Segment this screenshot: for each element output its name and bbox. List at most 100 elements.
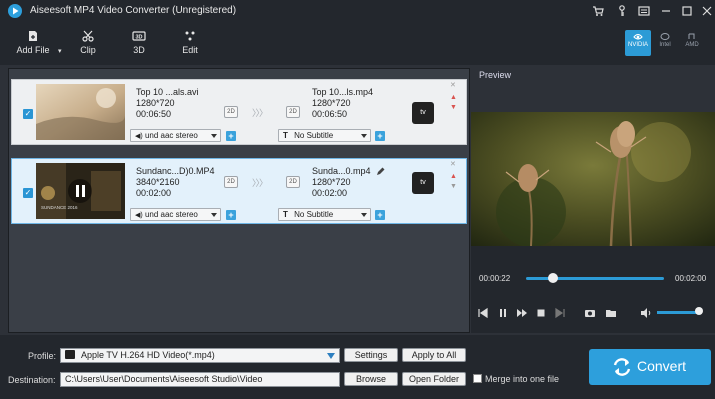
edit-magic-icon [185, 31, 195, 41]
file-row[interactable]: ✓ Top 10 ...als.avi 1280*720 00:06:50 2D… [11, 79, 467, 145]
source-info: Sundanc...D)0.MP4 3840*2160 00:02:00 [136, 166, 215, 199]
subtitle-dropdown[interactable]: T No Subtitle [278, 129, 371, 142]
add-subtitle-button[interactable]: + [375, 131, 385, 141]
seek-handle[interactable] [548, 273, 558, 283]
stop-icon[interactable] [535, 307, 547, 319]
cart-icon[interactable] [591, 4, 605, 18]
fast-forward-icon[interactable] [516, 307, 528, 319]
current-time: 00:00:22 [479, 274, 511, 283]
folder-icon[interactable] [605, 307, 617, 319]
browse-button[interactable]: Browse [344, 372, 398, 386]
file-list: ✓ Top 10 ...als.avi 1280*720 00:06:50 2D… [8, 68, 470, 333]
chevron-down-icon [327, 353, 335, 359]
remove-file-icon[interactable]: ✕ [450, 81, 456, 89]
gpu-nvidia-button[interactable]: NVIDIA [625, 30, 651, 56]
profile-value: Apple TV H.264 HD Video(*.mp4) [81, 350, 215, 360]
nvidia-icon [633, 33, 643, 40]
remove-file-icon[interactable]: ✕ [450, 160, 456, 168]
output-info: Sunda...0.mp4 1280*720 00:02:00 [312, 166, 371, 199]
maximize-icon[interactable] [680, 4, 694, 18]
file-checkbox[interactable]: ✓ [23, 109, 33, 119]
move-down-icon[interactable]: ▼ [450, 104, 457, 111]
move-up-icon[interactable]: ▲ [450, 94, 457, 101]
volume-slider[interactable] [657, 311, 700, 314]
subtitle-t-icon: T [283, 131, 288, 140]
add-file-icon [29, 31, 37, 41]
edit-button[interactable]: Edit [168, 30, 212, 55]
output-resolution: 1280*720 [312, 98, 351, 108]
merge-checkbox[interactable] [473, 374, 482, 383]
file-row[interactable]: ✓ SUNDANCE 2016 Sundanc...D)0.MP4 3840*2… [11, 158, 467, 224]
3d-icon: 3D [132, 31, 146, 41]
pause-icon[interactable] [497, 307, 509, 319]
close-icon[interactable] [700, 4, 714, 18]
add-file-button[interactable]: Add File ▾ [8, 30, 62, 55]
edit-pencil-icon[interactable] [376, 167, 385, 176]
profile-label: Profile: [28, 351, 57, 361]
thumbnail-caption: SUNDANCE 2016 [41, 205, 78, 210]
subtitle-value: No Subtitle [294, 131, 334, 140]
preview-frame-image [471, 112, 715, 246]
skip-forward-icon[interactable] [554, 307, 566, 319]
merge-label: Merge into one file [485, 374, 560, 384]
bottom-panel: Profile: Apple TV H.264 HD Video(*.mp4) … [0, 335, 715, 399]
gpu-intel-button[interactable]: Intel [652, 30, 678, 56]
clip-label: Clip [80, 45, 96, 55]
audio-track-dropdown[interactable]: ◀) und aac stereo [130, 208, 221, 221]
file-checkbox[interactable]: ✓ [23, 188, 33, 198]
skip-back-icon[interactable] [477, 307, 489, 319]
audio-speaker-icon: ◀) [135, 133, 143, 140]
scissors-icon [82, 30, 94, 42]
output-filename: Sunda...0.mp4 [312, 166, 371, 176]
chevron-down-icon [211, 213, 217, 217]
add-audio-button[interactable]: + [226, 131, 236, 141]
clip-button[interactable]: Clip [66, 30, 110, 55]
destination-input[interactable]: C:\Users\User\Documents\Aiseesoft Studio… [60, 372, 340, 387]
output-info: Top 10...ls.mp4 1280*720 00:06:50 [312, 87, 373, 120]
add-file-dropdown-icon[interactable]: ▾ [58, 47, 62, 55]
subtitle-value: No Subtitle [294, 210, 334, 219]
menu-icon[interactable] [637, 4, 651, 18]
device-appletv-icon[interactable]: tv [412, 102, 434, 124]
chevron-down-icon [361, 134, 367, 138]
gpu-amd-button[interactable]: AMD [679, 30, 705, 56]
preview-video[interactable] [471, 112, 715, 246]
output-2d-badge: 2D [286, 106, 300, 118]
move-up-icon[interactable]: ▲ [450, 173, 457, 180]
move-down-icon[interactable]: ▼ [450, 183, 457, 190]
volume-handle[interactable] [695, 307, 703, 315]
convert-label: Convert [637, 358, 687, 374]
convert-arrows-icon: 〉〉〉 [252, 178, 268, 188]
add-subtitle-button[interactable]: + [375, 210, 385, 220]
volume-icon[interactable] [640, 307, 652, 319]
settings-button[interactable]: Settings [344, 348, 398, 362]
minimize-icon[interactable] [659, 4, 673, 18]
subtitle-dropdown[interactable]: T No Subtitle [278, 208, 371, 221]
device-appletv-icon[interactable]: tv [412, 172, 434, 194]
apply-to-all-button[interactable]: Apply to All [402, 348, 466, 362]
output-duration: 00:02:00 [312, 188, 348, 198]
seek-bar[interactable] [526, 277, 664, 280]
add-audio-button[interactable]: + [226, 210, 236, 220]
output-2d-badge: 2D [286, 176, 300, 188]
audio-track-dropdown[interactable]: ◀) und aac stereo [130, 129, 221, 142]
open-folder-button[interactable]: Open Folder [402, 372, 466, 386]
profile-dropdown[interactable]: Apple TV H.264 HD Video(*.mp4) [60, 348, 340, 363]
snapshot-camera-icon[interactable] [584, 307, 596, 319]
source-2d-badge: 2D [224, 106, 238, 118]
source-info: Top 10 ...als.avi 1280*720 00:06:50 [136, 87, 199, 120]
source-resolution: 3840*2160 [136, 177, 180, 187]
chevron-down-icon [211, 134, 217, 138]
preview-label: Preview [479, 70, 512, 80]
3d-button[interactable]: 3D 3D [117, 30, 161, 55]
convert-button[interactable]: Convert [589, 349, 711, 385]
app-logo-icon [8, 4, 22, 18]
source-2d-badge: 2D [224, 176, 238, 188]
file-thumbnail[interactable] [36, 84, 125, 140]
key-icon[interactable] [615, 4, 629, 18]
subtitle-t-icon: T [283, 210, 288, 219]
thumbnail-image [36, 163, 125, 219]
convert-refresh-icon [613, 358, 631, 376]
gpu-nvidia-label: NVIDIA [627, 42, 648, 48]
file-thumbnail[interactable]: SUNDANCE 2016 [36, 163, 125, 219]
